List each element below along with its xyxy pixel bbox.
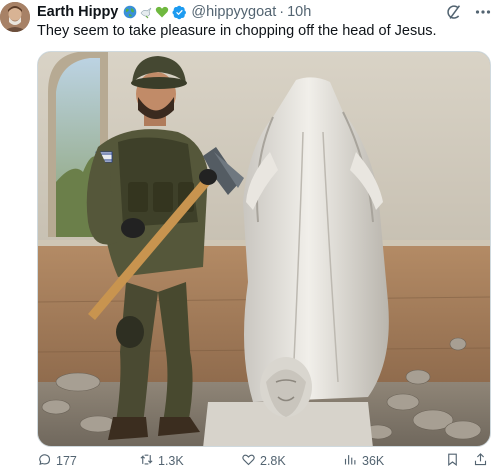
more-icon[interactable] — [474, 3, 492, 21]
reply-button[interactable]: 177 — [37, 453, 77, 469]
reply-icon — [37, 452, 52, 469]
repost-icon — [139, 452, 154, 469]
like-button[interactable]: 2.8K — [241, 453, 286, 469]
grok-icon[interactable] — [444, 3, 462, 21]
profile-emojis — [123, 5, 169, 19]
views-icon — [343, 452, 358, 469]
header-actions — [444, 3, 492, 21]
green-heart-emoji-icon — [155, 5, 169, 19]
separator-dot: · — [279, 4, 285, 20]
dove-emoji-icon — [139, 5, 153, 19]
repost-count: 1.3K — [158, 454, 184, 468]
heart-icon — [241, 452, 256, 469]
bookmark-icon — [445, 452, 460, 469]
views-count: 36K — [362, 454, 385, 468]
verified-badge-icon[interactable] — [172, 5, 187, 20]
action-bar: 177 1.3K 2.8K 36K — [37, 453, 491, 469]
author-name[interactable]: Earth Hippy — [37, 4, 118, 20]
author-handle[interactable]: @hippyygoat — [191, 4, 276, 20]
tweet-photo[interactable] — [37, 51, 491, 447]
avatar[interactable] — [0, 2, 30, 32]
reply-count: 177 — [56, 454, 77, 468]
share-icon — [473, 452, 488, 469]
tweet-header: Earth Hippy @hippyygoat · 10h — [37, 3, 311, 21]
globe-emoji-icon — [123, 5, 137, 19]
repost-button[interactable]: 1.3K — [139, 453, 184, 469]
tweet-text: They seem to take pleasure in chopping o… — [37, 23, 437, 39]
post-timestamp[interactable]: 10h — [287, 4, 311, 20]
bookmark-button[interactable] — [445, 453, 460, 469]
views-button[interactable]: 36K — [343, 453, 384, 469]
like-count: 2.8K — [260, 454, 286, 468]
share-button[interactable] — [473, 453, 488, 469]
tweet[interactable]: Earth Hippy @hippyygoat · 10h They seem … — [0, 0, 500, 469]
